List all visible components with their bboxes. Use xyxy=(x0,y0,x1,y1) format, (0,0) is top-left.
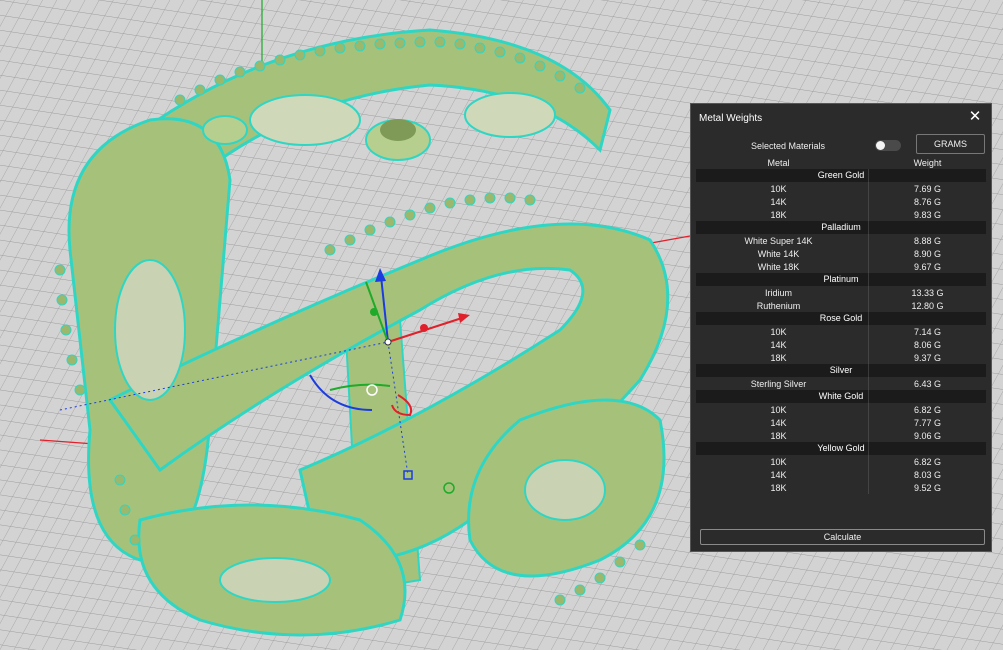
table-row[interactable]: Ruthenium 12.80 G xyxy=(696,299,986,312)
panel-header: Metal Weights ✕ xyxy=(691,104,991,132)
table-row[interactable]: 18K 9.52 G xyxy=(696,481,986,494)
close-icon[interactable]: ✕ xyxy=(967,109,983,125)
table-row[interactable]: White Super 14K 8.88 G xyxy=(696,234,986,247)
table-row[interactable]: 10K 6.82 G xyxy=(696,403,986,416)
group-header: White Gold xyxy=(696,390,986,403)
weight-cell: 9.06 G xyxy=(913,431,942,441)
metal-cell: Sterling Silver xyxy=(750,379,807,389)
group-header: Yellow Gold xyxy=(696,442,986,455)
column-header-metal: Metal xyxy=(767,158,790,168)
units-button[interactable]: GRAMS xyxy=(916,134,985,154)
weight-cell: 9.67 G xyxy=(913,262,942,272)
metal-cell: 14K xyxy=(770,197,787,207)
metal-cell: 10K xyxy=(770,327,787,337)
weight-cell: 6.82 G xyxy=(913,405,942,415)
metal-cell: 10K xyxy=(770,457,787,467)
table-row[interactable]: 14K 7.77 G xyxy=(696,416,986,429)
metal-cell: 10K xyxy=(770,405,787,415)
table-header: Metal Weight xyxy=(696,156,986,169)
metal-weights-table: Metal Weight Green Gold 10K 7.69 G 14K 8.7… xyxy=(696,156,986,494)
metal-cell: 10K xyxy=(770,184,787,194)
calculate-button[interactable]: Calculate xyxy=(700,529,985,545)
weight-cell: 9.83 G xyxy=(913,210,942,220)
metal-weights-panel: Metal Weights ✕ Selected Materials GRAMS… xyxy=(690,103,992,552)
group-header: Green Gold xyxy=(696,169,986,182)
metal-cell: 18K xyxy=(770,483,787,493)
table-row[interactable]: White 18K 9.67 G xyxy=(696,260,986,273)
table-row[interactable]: 14K 8.03 G xyxy=(696,468,986,481)
metal-cell: Iridium xyxy=(764,288,792,298)
weight-cell: 8.90 G xyxy=(913,249,942,259)
weight-cell: 7.77 G xyxy=(913,418,942,428)
table-row[interactable]: Sterling Silver 6.43 G xyxy=(696,377,986,390)
panel-title: Metal Weights xyxy=(699,113,763,124)
table-row[interactable]: Iridium 13.33 G xyxy=(696,286,986,299)
metal-cell: White Super 14K xyxy=(744,236,813,246)
toggle-knob xyxy=(876,141,885,150)
weight-cell: 8.03 G xyxy=(913,470,942,480)
metal-cell: 18K xyxy=(770,210,787,220)
table-row[interactable]: 10K 6.82 G xyxy=(696,455,986,468)
table-row[interactable]: 10K 7.14 G xyxy=(696,325,986,338)
table-row[interactable]: 18K 9.83 G xyxy=(696,208,986,221)
selected-materials-row: Selected Materials GRAMS xyxy=(691,134,991,156)
selected-materials-toggle[interactable] xyxy=(875,140,901,151)
metal-cell: 14K xyxy=(770,340,787,350)
table-row[interactable]: White 14K 8.90 G xyxy=(696,247,986,260)
weight-cell: 8.06 G xyxy=(913,340,942,350)
metal-cell: White 18K xyxy=(757,262,800,272)
table-row[interactable]: 10K 7.69 G xyxy=(696,182,986,195)
weight-cell: 8.76 G xyxy=(913,197,942,207)
weight-cell: 9.37 G xyxy=(913,353,942,363)
weight-cell: 7.69 G xyxy=(913,184,942,194)
group-header: Silver xyxy=(696,364,986,377)
table-row[interactable]: 18K 9.06 G xyxy=(696,429,986,442)
weight-cell: 7.14 G xyxy=(913,327,942,337)
group-header: Rose Gold xyxy=(696,312,986,325)
metal-cell: 14K xyxy=(770,418,787,428)
weight-cell: 9.52 G xyxy=(913,483,942,493)
table-row[interactable]: 14K 8.06 G xyxy=(696,338,986,351)
weight-cell: 13.33 G xyxy=(911,288,944,298)
metal-cell: 14K xyxy=(770,470,787,480)
weight-cell: 6.82 G xyxy=(913,457,942,467)
group-header: Palladium xyxy=(696,221,986,234)
group-header: Platinum xyxy=(696,273,986,286)
metal-cell: 18K xyxy=(770,431,787,441)
weight-cell: 8.88 G xyxy=(913,236,942,246)
column-header-weight: Weight xyxy=(913,158,942,168)
metal-cell: Ruthenium xyxy=(756,301,801,311)
weight-cell: 6.43 G xyxy=(913,379,942,389)
metal-cell: 18K xyxy=(770,353,787,363)
metal-cell: White 14K xyxy=(757,249,800,259)
weight-cell: 12.80 G xyxy=(911,301,944,311)
table-row[interactable]: 14K 8.76 G xyxy=(696,195,986,208)
selected-materials-label: Selected Materials xyxy=(751,141,826,151)
table-row[interactable]: 18K 9.37 G xyxy=(696,351,986,364)
